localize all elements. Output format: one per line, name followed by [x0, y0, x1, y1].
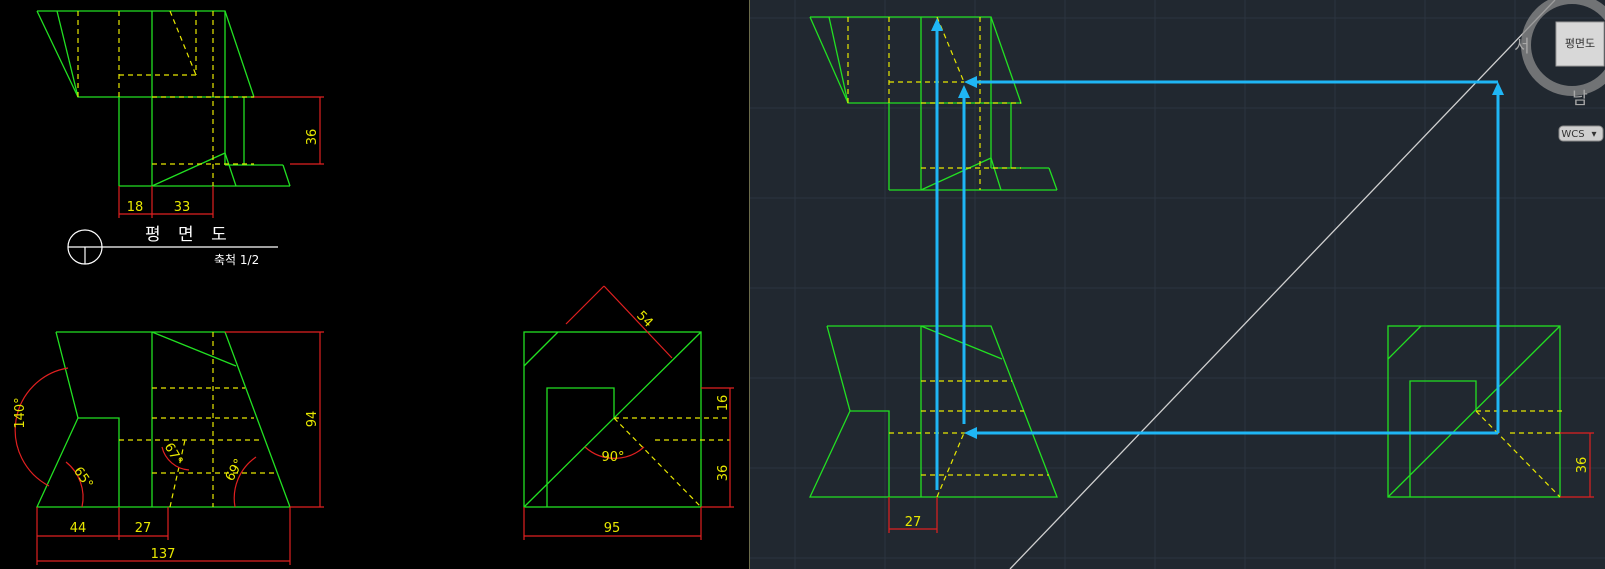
front-angle-65: 65° [70, 464, 96, 491]
plan-title: 평 면 도 [145, 225, 233, 245]
front-dim-w-total: 137 [151, 547, 176, 562]
plan-scale: 축척 1/2 [214, 253, 259, 267]
plan-dim-w1: 18 [127, 200, 144, 215]
side-dim-diag: 54 [633, 308, 655, 330]
right-side-view [1387, 325, 1562, 498]
side-dim-width: 95 [604, 521, 621, 536]
front-angle-140: 140° [13, 397, 28, 428]
front-view-outline [35, 331, 291, 508]
plan-view-outline [36, 10, 291, 187]
right-drawing-canvas: 27 36 [750, 0, 1605, 569]
miter-line [1009, 0, 1556, 569]
side-dim-h2: 36 [716, 465, 731, 482]
front-view-hidden-lines [119, 332, 276, 508]
right-dim-36: 36 [1575, 457, 1590, 474]
background-grid [750, 0, 1605, 569]
viewcube[interactable]: 평면도 서 남 WCS ▾ [1510, 0, 1605, 150]
plan-dim-w2: 33 [174, 200, 191, 215]
plan-dim-height: 36 [305, 129, 320, 146]
right-dim-27: 27 [905, 515, 922, 530]
viewcube-canvas: 평면도 서 남 WCS ▾ [1514, 0, 1605, 142]
front-dim-w-left: 44 [70, 521, 87, 536]
front-dim-height: 94 [305, 411, 320, 428]
side-angle-90: 90° [601, 450, 624, 465]
compass-south[interactable]: 남 [1572, 89, 1588, 109]
projection-arrows [931, 18, 1504, 490]
side-dim-h1: 16 [716, 395, 731, 412]
viewcube-face-label: 평면도 [1565, 37, 1595, 50]
front-angle-69: 69° [223, 457, 248, 484]
front-angle-67: 67° [161, 441, 186, 468]
right-front-view [808, 325, 1058, 498]
front-view-angle-arcs [14, 367, 257, 508]
right-plan-view [809, 16, 1058, 191]
side-view-hidden-lines [613, 417, 730, 508]
side-view-dimensions [523, 285, 734, 540]
wcs-dropdown-icon: ▾ [1591, 129, 1596, 140]
compass-west[interactable]: 서 [1514, 37, 1530, 57]
right-drawing-viewport[interactable]: 27 36 [749, 0, 1605, 569]
side-view-outline [523, 331, 702, 508]
left-drawing-canvas: 36 18 33 평 면 도 축척 1/2 140° 65° 67° 69° 9… [13, 10, 734, 565]
left-drawing-viewport[interactable]: 36 18 33 평 면 도 축척 1/2 140° 65° 67° 69° 9… [0, 0, 749, 569]
wcs-label: WCS [1561, 129, 1584, 140]
plan-view-dimensions [118, 96, 324, 218]
front-dim-w-mid: 27 [135, 521, 152, 536]
